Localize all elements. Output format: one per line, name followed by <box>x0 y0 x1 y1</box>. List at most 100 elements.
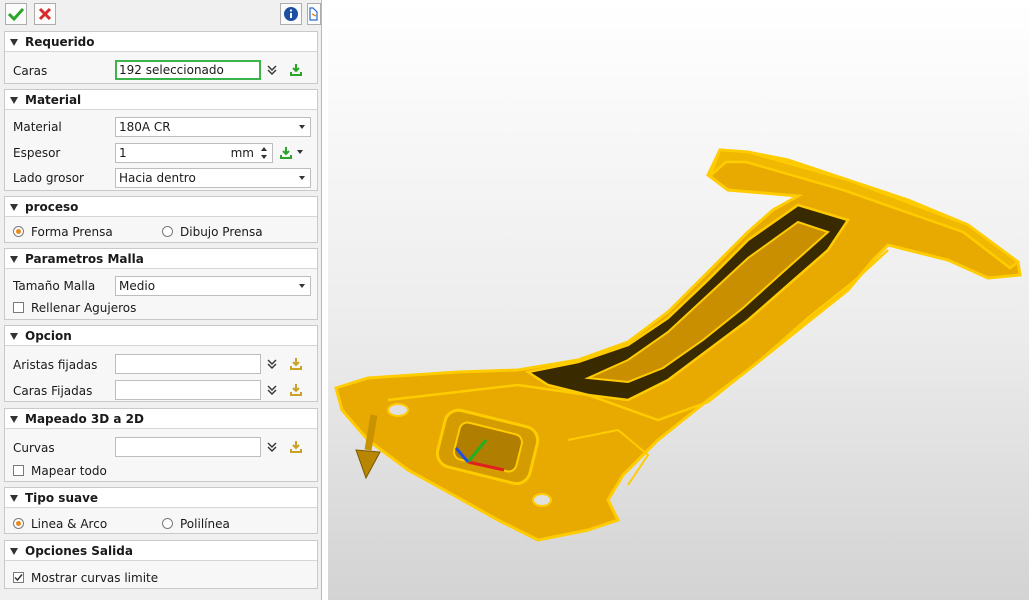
espesor-unit: mm <box>230 146 254 160</box>
rellenar-agujeros-label[interactable]: Rellenar Agujeros <box>31 301 136 315</box>
part-hole-1 <box>387 403 409 417</box>
mapear-todo-label[interactable]: Mapear todo <box>31 464 107 478</box>
help-button[interactable] <box>307 3 321 25</box>
curvas-filter-button[interactable] <box>263 438 281 456</box>
checkmark-icon <box>14 574 23 582</box>
section-header-material[interactable]: Material <box>5 90 317 110</box>
espesor-stepper[interactable]: 1 mm <box>115 143 273 163</box>
pick-icon <box>290 358 302 370</box>
direction-arrow-head <box>355 449 381 480</box>
dropdown-arrow-icon <box>299 125 305 129</box>
info-icon <box>284 7 298 21</box>
info-button[interactable] <box>280 3 302 25</box>
section-requerido: Requerido Caras 192 seleccionado <box>4 31 318 84</box>
ok-button[interactable] <box>5 3 27 25</box>
property-panel: Requerido Caras 192 seleccionado Materia… <box>0 0 322 600</box>
pick-button[interactable] <box>287 61 305 79</box>
rellenar-agujeros-checkbox[interactable] <box>13 302 24 313</box>
radio-polilinea[interactable] <box>162 518 173 529</box>
polilinea-label[interactable]: Polilínea <box>180 517 230 531</box>
section-header-mapeado[interactable]: Mapeado 3D a 2D <box>5 409 317 429</box>
dropdown-arrow-icon <box>299 284 305 288</box>
section-header-tipo-suave[interactable]: Tipo suave <box>5 488 317 508</box>
section-header-requerido[interactable]: Requerido <box>5 32 317 52</box>
curvas-input[interactable] <box>115 437 261 457</box>
collapse-triangle-icon <box>10 548 18 555</box>
dropdown-arrow-icon <box>299 176 305 180</box>
chevron-double-down-icon <box>267 359 277 369</box>
aristas-fijadas-label: Aristas fijadas <box>13 358 98 372</box>
chevron-double-down-icon <box>267 442 277 452</box>
tamano-malla-value: Medio <box>119 279 156 293</box>
3d-viewport[interactable] <box>328 0 1029 600</box>
part-model[interactable] <box>328 0 1029 600</box>
mapear-todo-checkbox[interactable] <box>13 465 24 476</box>
aristas-fijadas-input[interactable] <box>115 354 261 374</box>
collapse-triangle-icon <box>10 39 18 46</box>
material-value: 180A CR <box>119 120 171 134</box>
section-opcion: Opcion Aristas fijadas Caras Fijadas <box>4 325 318 402</box>
radio-linea-arco[interactable] <box>13 518 24 529</box>
section-material: Material Material 180A CR Espesor 1 mm L… <box>4 89 318 191</box>
radio-dibujo-prensa[interactable] <box>162 226 173 237</box>
linea-arco-label[interactable]: Linea & Arco <box>31 517 107 531</box>
chevron-double-down-icon <box>267 65 277 75</box>
section-tipo-suave: Tipo suave Linea & Arco Polilínea <box>4 487 318 534</box>
lado-grosor-select[interactable]: Hacia dentro <box>115 168 311 188</box>
caras-fijadas-filter-button[interactable] <box>263 381 281 399</box>
curvas-pick-button[interactable] <box>287 438 305 456</box>
collapse-triangle-icon <box>10 416 18 423</box>
collapse-triangle-icon <box>10 97 18 104</box>
filter-button[interactable] <box>263 61 281 79</box>
caras-fijadas-label: Caras Fijadas <box>13 384 93 398</box>
collapse-triangle-icon <box>10 333 18 340</box>
aristas-pick-button[interactable] <box>287 355 305 373</box>
section-parametros-malla: Parametros Malla Tamaño Malla Medio Rell… <box>4 248 318 320</box>
pick-icon <box>290 64 302 76</box>
caras-label: Caras <box>13 64 48 78</box>
collapse-triangle-icon <box>10 204 18 211</box>
spin-up-icon <box>261 147 267 151</box>
section-header-proceso[interactable]: proceso <box>5 197 317 217</box>
check-icon <box>8 7 24 21</box>
section-proceso: proceso Forma Prensa Dibujo Prensa <box>4 196 318 243</box>
pick-icon <box>290 384 302 396</box>
curvas-label: Curvas <box>13 441 55 455</box>
pick-icon <box>280 147 292 159</box>
collapse-triangle-icon <box>10 495 18 502</box>
radio-forma-prensa[interactable] <box>13 226 24 237</box>
caras-input[interactable]: 192 seleccionado <box>115 60 261 80</box>
chevron-double-down-icon <box>267 385 277 395</box>
lado-grosor-value: Hacia dentro <box>119 171 196 185</box>
mostrar-curvas-checkbox[interactable] <box>13 572 24 583</box>
material-label: Material <box>13 120 62 134</box>
pick-icon <box>290 441 302 453</box>
section-header-opcion[interactable]: Opcion <box>5 326 317 346</box>
dropdown-arrow-icon[interactable] <box>297 150 303 154</box>
spin-buttons[interactable] <box>260 146 270 160</box>
spin-down-icon <box>261 155 267 159</box>
help-icon <box>309 7 318 21</box>
forma-prensa-label[interactable]: Forma Prensa <box>31 225 113 239</box>
close-icon <box>38 7 52 21</box>
aristas-filter-button[interactable] <box>263 355 281 373</box>
section-header-opciones-salida[interactable]: Opciones Salida <box>5 541 317 561</box>
mostrar-curvas-label[interactable]: Mostrar curvas limite <box>31 571 158 585</box>
espesor-pick-button[interactable] <box>277 144 295 162</box>
section-mapeado: Mapeado 3D a 2D Curvas Mapear todo <box>4 408 318 482</box>
caras-fijadas-pick-button[interactable] <box>287 381 305 399</box>
part-hole-2 <box>532 493 552 507</box>
collapse-triangle-icon <box>10 256 18 263</box>
panel-toolbar <box>0 0 322 30</box>
cancel-button[interactable] <box>34 3 56 25</box>
espesor-label: Espesor <box>13 146 61 160</box>
section-header-parametros-malla[interactable]: Parametros Malla <box>5 249 317 269</box>
tamano-malla-select[interactable]: Medio <box>115 276 311 296</box>
espesor-value: 1 <box>119 146 127 160</box>
tamano-malla-label: Tamaño Malla <box>13 279 96 293</box>
caras-fijadas-input[interactable] <box>115 380 261 400</box>
lado-grosor-label: Lado grosor <box>13 171 84 185</box>
dibujo-prensa-label[interactable]: Dibujo Prensa <box>180 225 263 239</box>
material-select[interactable]: 180A CR <box>115 117 311 137</box>
section-opciones-salida: Opciones Salida Mostrar curvas limite <box>4 540 318 589</box>
